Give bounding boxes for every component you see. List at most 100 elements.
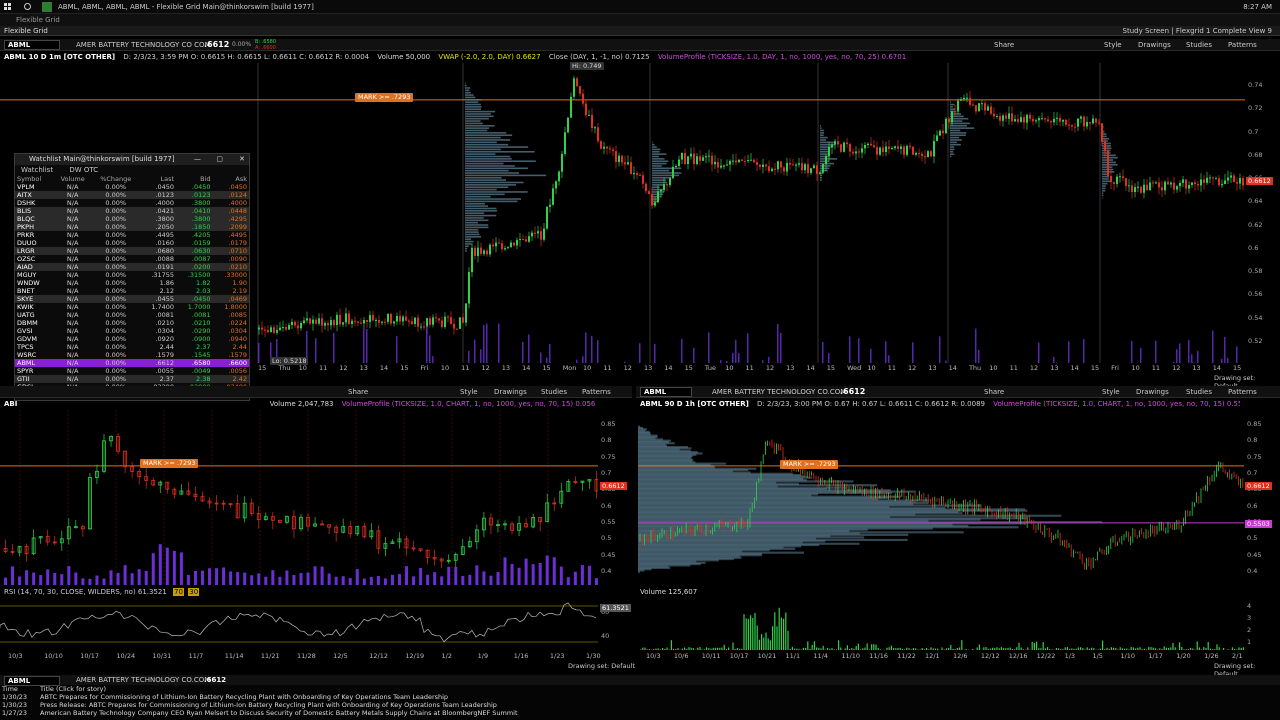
news-col-title[interactable]: Title (Click for story) — [40, 685, 106, 693]
candle-body — [603, 146, 605, 149]
minimize-icon[interactable]: — — [194, 154, 201, 165]
left-price-chart[interactable] — [0, 410, 598, 585]
left-rsi-canvas[interactable] — [0, 598, 598, 650]
right-volume-chart[interactable] — [638, 598, 1244, 650]
volume-bar — [475, 565, 479, 585]
right-symbol-field[interactable]: ABML — [640, 387, 692, 397]
volume-bar — [844, 648, 846, 650]
watchlist-row[interactable]: AIAD N/A 0.00% .0191 .0200 .0210 — [15, 263, 249, 271]
news-headline[interactable]: Press Release: ABTC Prepares for Commiss… — [40, 701, 497, 709]
candle-body — [912, 146, 914, 155]
volume-profile-bar — [652, 181, 668, 184]
news-item[interactable]: 1/30/23 Press Release: ABTC Prepares for … — [0, 701, 1280, 709]
watchlist-row[interactable]: WNDW N/A 0.00% 1.86 1.82 1.90 — [15, 279, 249, 287]
candle-body — [381, 321, 383, 323]
maximize-icon[interactable]: ▢ — [216, 154, 223, 165]
right-volume-canvas[interactable] — [638, 598, 1244, 650]
thinkorswim-app-icon[interactable] — [42, 2, 52, 12]
watchlist-row[interactable]: GTII N/A 0.00% 2.37 2.38 2.42 — [15, 375, 249, 383]
right-chart-canvas[interactable] — [638, 410, 1244, 585]
watchlist-row[interactable]: BNET N/A 0.00% 2.12 2.03 2.19 — [15, 287, 249, 295]
main-share-button[interactable]: Share — [994, 39, 1014, 51]
watchlist-row[interactable]: SPYR N/A 0.00% .0055 .0049 .0056 — [15, 367, 249, 375]
watchlist-row[interactable]: BLIS N/A 0.00% .0421 .0410 .0448 — [15, 207, 249, 215]
right-style-button[interactable]: Style — [1102, 386, 1120, 398]
watchlist-col-pctchange[interactable]: %Change — [92, 175, 140, 183]
watchlist-row[interactable]: BLQC N/A 0.00% .3800 .3800 .4295 — [15, 215, 249, 223]
main-alert-mark[interactable]: MARK >= .7293 — [355, 93, 414, 102]
candle-body — [705, 156, 707, 158]
right-patterns-button[interactable]: Patterns — [1228, 386, 1257, 398]
watchlist-titlebar[interactable]: Watchlist Main@thinkorswim [build 1977] … — [15, 154, 249, 165]
watchlist-col-symbol[interactable]: Symbol — [15, 175, 53, 183]
left-chart-canvas[interactable] — [0, 410, 598, 585]
volume-bar — [585, 332, 587, 363]
main-style-button[interactable]: Style — [1104, 39, 1122, 51]
main-drawings-button[interactable]: Drawings — [1138, 39, 1171, 51]
news-headline[interactable]: American Battery Technology Company CEO … — [40, 709, 518, 717]
watchlist-row[interactable]: WSRC N/A 0.00% .1579 .1545 .1579 — [15, 351, 249, 359]
main-patterns-button[interactable]: Patterns — [1228, 39, 1257, 51]
news-item[interactable]: 1/30/23 ABTC Prepares for Commissioning o… — [0, 693, 1280, 701]
watchlist-row[interactable]: VPLM N/A 0.00% .0450 .0450 .0450 — [15, 183, 249, 191]
watchlist-menu[interactable]: Watchlist — [21, 166, 53, 174]
watchlist-row[interactable]: AITX N/A 0.00% .0123 .0123 .0124 — [15, 191, 249, 199]
watchlist-row[interactable]: DSHK N/A 0.00% .4000 .3800 .4000 — [15, 199, 249, 207]
right-price-chart[interactable] — [638, 410, 1244, 585]
watchlist-row[interactable]: TPCS N/A 0.00% 2.44 2.37 2.44 — [15, 343, 249, 351]
watchlist-title: Watchlist Main@thinkorswim [build 1977] — [29, 155, 175, 163]
watchlist-col-volume[interactable]: Volume — [53, 175, 91, 183]
window-tab-title[interactable]: ABML, ABML, ABML, ABML - Flexible Grid M… — [58, 2, 314, 12]
right-alert-mark[interactable]: MARK >= .7293 — [780, 460, 839, 469]
left-studies-button[interactable]: Studies — [541, 386, 567, 398]
watchlist-col-last[interactable]: Last — [140, 175, 176, 183]
watchlist-col-bid[interactable]: Bid — [176, 175, 212, 183]
flexible-grid-menu[interactable]: Flexible Grid — [4, 26, 48, 36]
watchlist-row[interactable]: GVSI N/A 0.00% .0304 .0290 .0304 — [15, 327, 249, 335]
watchlist-col-ask[interactable]: Ask — [213, 175, 250, 183]
watchlist-row[interactable]: PKPH N/A 0.00% .2050 .1850 .2099 — [15, 223, 249, 231]
close-icon[interactable]: ✕ — [239, 154, 245, 165]
watchlist-row[interactable]: SKYE N/A 0.00% .0455 .0450 .0469 — [15, 295, 249, 303]
main-symbol-field[interactable]: ABML — [4, 40, 60, 50]
y-tick-label: 0.4 — [601, 567, 612, 575]
volume-bar — [959, 647, 961, 650]
right-drawings-button[interactable]: Drawings — [1136, 386, 1169, 398]
windows-start-icon[interactable] — [4, 3, 12, 11]
candle-body — [504, 248, 506, 250]
watchlist-cell: .0450 — [155, 183, 175, 191]
watchlist-row[interactable]: MGUY N/A 0.00% .31755 .31500 .33000 — [15, 271, 249, 279]
watchlist-menubar: Watchlist DW OTC — [15, 165, 249, 175]
left-patterns-button[interactable]: Patterns — [582, 386, 611, 398]
left-drawing-set[interactable]: Drawing set: Default — [568, 662, 635, 670]
watchlist-window[interactable]: Watchlist Main@thinkorswim [build 1977] … — [14, 153, 250, 401]
watchlist-row[interactable]: KWIK N/A 0.00% 1.7400 1.7000 1.8000 — [15, 303, 249, 311]
news-headline[interactable]: ABTC Prepares for Commissioning of Lithi… — [40, 693, 448, 701]
candle-body — [621, 155, 623, 163]
x-tick-label: 10/17 — [729, 652, 749, 660]
news-item[interactable]: 1/27/23 American Battery Technology Compa… — [0, 709, 1280, 717]
right-studies-button[interactable]: Studies — [1186, 386, 1212, 398]
watchlist-row[interactable]: UATG N/A 0.00% .0081 .0081 .0085 — [15, 311, 249, 319]
left-share-button[interactable]: Share — [348, 386, 368, 398]
watchlist-row[interactable]: OZSC N/A 0.00% .0088 .0087 .0090 — [15, 255, 249, 263]
candle-body — [471, 247, 473, 273]
watchlist-row[interactable]: LRGR N/A 0.00% .0680 .0630 .0710 — [15, 247, 249, 255]
main-studies-button[interactable]: Studies — [1186, 39, 1212, 51]
watchlist-row[interactable]: DBMM N/A 0.00% .0210 .0210 .0224 — [15, 319, 249, 327]
volume-profile-bar — [465, 210, 497, 212]
left-style-button[interactable]: Style — [460, 386, 478, 398]
right-share-button[interactable]: Share — [984, 386, 1004, 398]
volume-bar — [1192, 648, 1194, 650]
watchlist-row[interactable]: ABML N/A 0.00% .6612 .6580 .6600 — [15, 359, 249, 367]
watchlist-list-select[interactable]: DW OTC — [69, 166, 98, 174]
left-drawings-button[interactable]: Drawings — [494, 386, 527, 398]
search-icon[interactable] — [24, 3, 31, 10]
y-tick-label: 4 — [1247, 602, 1252, 610]
watchlist-row[interactable]: GDVM N/A 0.00% .0920 .0900 .0940 — [15, 335, 249, 343]
left-rsi-chart[interactable] — [0, 598, 598, 650]
watchlist-row[interactable]: PRKR N/A 0.00% .4495 .4205 .4495 — [15, 231, 249, 239]
watchlist-cell: DSHK — [17, 199, 36, 207]
watchlist-row[interactable]: DUUO N/A 0.00% .0160 .0159 .0179 — [15, 239, 249, 247]
left-alert-mark[interactable]: MARK >= .7293 — [140, 459, 199, 468]
